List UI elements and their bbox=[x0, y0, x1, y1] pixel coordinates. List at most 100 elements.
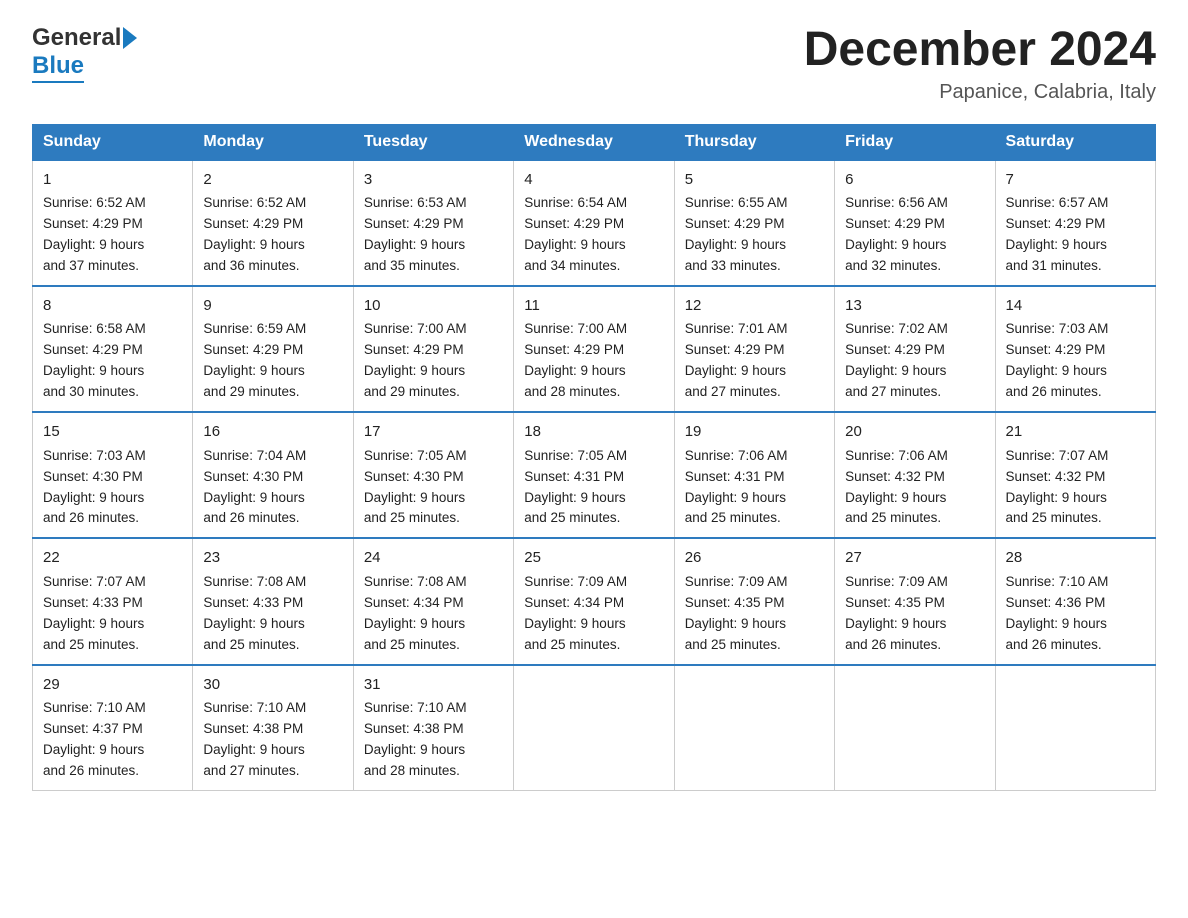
calendar-cell: 28Sunrise: 7:10 AM Sunset: 4:36 PM Dayli… bbox=[995, 538, 1155, 664]
day-info: Sunrise: 6:58 AM Sunset: 4:29 PM Dayligh… bbox=[43, 319, 182, 403]
day-info: Sunrise: 6:52 AM Sunset: 4:29 PM Dayligh… bbox=[43, 193, 182, 277]
logo-underline bbox=[32, 81, 84, 83]
day-info: Sunrise: 7:09 AM Sunset: 4:34 PM Dayligh… bbox=[524, 572, 663, 656]
day-info: Sunrise: 7:10 AM Sunset: 4:36 PM Dayligh… bbox=[1006, 572, 1145, 656]
day-number: 4 bbox=[524, 169, 663, 192]
day-number: 10 bbox=[364, 295, 503, 318]
day-number: 11 bbox=[524, 295, 663, 318]
day-info: Sunrise: 7:03 AM Sunset: 4:30 PM Dayligh… bbox=[43, 446, 182, 530]
day-info: Sunrise: 6:59 AM Sunset: 4:29 PM Dayligh… bbox=[203, 319, 342, 403]
calendar-week-row: 22Sunrise: 7:07 AM Sunset: 4:33 PM Dayli… bbox=[33, 538, 1156, 664]
page-header: General Blue December 2024 Papanice, Cal… bbox=[32, 24, 1156, 104]
day-info: Sunrise: 7:00 AM Sunset: 4:29 PM Dayligh… bbox=[524, 319, 663, 403]
calendar-cell: 19Sunrise: 7:06 AM Sunset: 4:31 PM Dayli… bbox=[674, 412, 834, 538]
calendar-cell: 9Sunrise: 6:59 AM Sunset: 4:29 PM Daylig… bbox=[193, 286, 353, 412]
day-number: 1 bbox=[43, 169, 182, 192]
calendar-header-sunday: Sunday bbox=[33, 124, 193, 160]
day-number: 16 bbox=[203, 421, 342, 444]
day-number: 18 bbox=[524, 421, 663, 444]
calendar-cell: 6Sunrise: 6:56 AM Sunset: 4:29 PM Daylig… bbox=[835, 160, 995, 286]
day-info: Sunrise: 7:09 AM Sunset: 4:35 PM Dayligh… bbox=[685, 572, 824, 656]
day-number: 12 bbox=[685, 295, 824, 318]
calendar-cell bbox=[995, 665, 1155, 791]
day-info: Sunrise: 6:56 AM Sunset: 4:29 PM Dayligh… bbox=[845, 193, 984, 277]
day-number: 9 bbox=[203, 295, 342, 318]
calendar-header-tuesday: Tuesday bbox=[353, 124, 513, 160]
day-info: Sunrise: 7:02 AM Sunset: 4:29 PM Dayligh… bbox=[845, 319, 984, 403]
calendar-cell: 29Sunrise: 7:10 AM Sunset: 4:37 PM Dayli… bbox=[33, 665, 193, 791]
calendar-header-friday: Friday bbox=[835, 124, 995, 160]
day-number: 23 bbox=[203, 547, 342, 570]
logo: General Blue bbox=[32, 24, 137, 83]
day-info: Sunrise: 6:57 AM Sunset: 4:29 PM Dayligh… bbox=[1006, 193, 1145, 277]
day-number: 24 bbox=[364, 547, 503, 570]
calendar-cell: 27Sunrise: 7:09 AM Sunset: 4:35 PM Dayli… bbox=[835, 538, 995, 664]
day-info: Sunrise: 6:52 AM Sunset: 4:29 PM Dayligh… bbox=[203, 193, 342, 277]
calendar-cell: 16Sunrise: 7:04 AM Sunset: 4:30 PM Dayli… bbox=[193, 412, 353, 538]
calendar-title: December 2024 bbox=[804, 24, 1156, 77]
logo-general-text: General bbox=[32, 24, 121, 52]
calendar-cell: 4Sunrise: 6:54 AM Sunset: 4:29 PM Daylig… bbox=[514, 160, 674, 286]
day-info: Sunrise: 7:10 AM Sunset: 4:37 PM Dayligh… bbox=[43, 698, 182, 782]
calendar-cell: 17Sunrise: 7:05 AM Sunset: 4:30 PM Dayli… bbox=[353, 412, 513, 538]
calendar-cell: 13Sunrise: 7:02 AM Sunset: 4:29 PM Dayli… bbox=[835, 286, 995, 412]
day-info: Sunrise: 7:08 AM Sunset: 4:34 PM Dayligh… bbox=[364, 572, 503, 656]
day-info: Sunrise: 7:06 AM Sunset: 4:31 PM Dayligh… bbox=[685, 446, 824, 530]
calendar-cell bbox=[514, 665, 674, 791]
day-number: 14 bbox=[1006, 295, 1145, 318]
calendar-cell bbox=[835, 665, 995, 791]
calendar-cell: 31Sunrise: 7:10 AM Sunset: 4:38 PM Dayli… bbox=[353, 665, 513, 791]
day-info: Sunrise: 7:07 AM Sunset: 4:32 PM Dayligh… bbox=[1006, 446, 1145, 530]
calendar-table: SundayMondayTuesdayWednesdayThursdayFrid… bbox=[32, 124, 1156, 791]
day-number: 19 bbox=[685, 421, 824, 444]
day-number: 13 bbox=[845, 295, 984, 318]
day-info: Sunrise: 7:09 AM Sunset: 4:35 PM Dayligh… bbox=[845, 572, 984, 656]
calendar-cell: 24Sunrise: 7:08 AM Sunset: 4:34 PM Dayli… bbox=[353, 538, 513, 664]
day-number: 21 bbox=[1006, 421, 1145, 444]
calendar-cell: 14Sunrise: 7:03 AM Sunset: 4:29 PM Dayli… bbox=[995, 286, 1155, 412]
calendar-cell: 2Sunrise: 6:52 AM Sunset: 4:29 PM Daylig… bbox=[193, 160, 353, 286]
day-number: 29 bbox=[43, 674, 182, 697]
calendar-header-monday: Monday bbox=[193, 124, 353, 160]
calendar-cell: 18Sunrise: 7:05 AM Sunset: 4:31 PM Dayli… bbox=[514, 412, 674, 538]
day-info: Sunrise: 7:04 AM Sunset: 4:30 PM Dayligh… bbox=[203, 446, 342, 530]
calendar-header-saturday: Saturday bbox=[995, 124, 1155, 160]
title-section: December 2024 Papanice, Calabria, Italy bbox=[804, 24, 1156, 104]
day-number: 27 bbox=[845, 547, 984, 570]
calendar-header-row: SundayMondayTuesdayWednesdayThursdayFrid… bbox=[33, 124, 1156, 160]
day-info: Sunrise: 6:55 AM Sunset: 4:29 PM Dayligh… bbox=[685, 193, 824, 277]
calendar-header-thursday: Thursday bbox=[674, 124, 834, 160]
day-number: 3 bbox=[364, 169, 503, 192]
day-info: Sunrise: 7:05 AM Sunset: 4:30 PM Dayligh… bbox=[364, 446, 503, 530]
day-info: Sunrise: 7:01 AM Sunset: 4:29 PM Dayligh… bbox=[685, 319, 824, 403]
logo-chevron-icon bbox=[123, 27, 137, 49]
day-info: Sunrise: 7:08 AM Sunset: 4:33 PM Dayligh… bbox=[203, 572, 342, 656]
calendar-cell: 20Sunrise: 7:06 AM Sunset: 4:32 PM Dayli… bbox=[835, 412, 995, 538]
calendar-subtitle: Papanice, Calabria, Italy bbox=[804, 81, 1156, 104]
day-number: 31 bbox=[364, 674, 503, 697]
calendar-cell: 7Sunrise: 6:57 AM Sunset: 4:29 PM Daylig… bbox=[995, 160, 1155, 286]
day-number: 6 bbox=[845, 169, 984, 192]
calendar-cell: 1Sunrise: 6:52 AM Sunset: 4:29 PM Daylig… bbox=[33, 160, 193, 286]
day-number: 25 bbox=[524, 547, 663, 570]
calendar-cell: 25Sunrise: 7:09 AM Sunset: 4:34 PM Dayli… bbox=[514, 538, 674, 664]
day-number: 30 bbox=[203, 674, 342, 697]
day-number: 22 bbox=[43, 547, 182, 570]
day-info: Sunrise: 6:53 AM Sunset: 4:29 PM Dayligh… bbox=[364, 193, 503, 277]
logo-blue-text: Blue bbox=[32, 52, 84, 79]
day-info: Sunrise: 7:03 AM Sunset: 4:29 PM Dayligh… bbox=[1006, 319, 1145, 403]
calendar-week-row: 1Sunrise: 6:52 AM Sunset: 4:29 PM Daylig… bbox=[33, 160, 1156, 286]
calendar-cell: 30Sunrise: 7:10 AM Sunset: 4:38 PM Dayli… bbox=[193, 665, 353, 791]
day-number: 26 bbox=[685, 547, 824, 570]
calendar-cell: 5Sunrise: 6:55 AM Sunset: 4:29 PM Daylig… bbox=[674, 160, 834, 286]
calendar-cell: 12Sunrise: 7:01 AM Sunset: 4:29 PM Dayli… bbox=[674, 286, 834, 412]
day-info: Sunrise: 7:06 AM Sunset: 4:32 PM Dayligh… bbox=[845, 446, 984, 530]
calendar-cell: 8Sunrise: 6:58 AM Sunset: 4:29 PM Daylig… bbox=[33, 286, 193, 412]
day-number: 7 bbox=[1006, 169, 1145, 192]
calendar-cell: 23Sunrise: 7:08 AM Sunset: 4:33 PM Dayli… bbox=[193, 538, 353, 664]
calendar-cell: 26Sunrise: 7:09 AM Sunset: 4:35 PM Dayli… bbox=[674, 538, 834, 664]
calendar-week-row: 15Sunrise: 7:03 AM Sunset: 4:30 PM Dayli… bbox=[33, 412, 1156, 538]
calendar-cell: 10Sunrise: 7:00 AM Sunset: 4:29 PM Dayli… bbox=[353, 286, 513, 412]
day-number: 17 bbox=[364, 421, 503, 444]
calendar-cell bbox=[674, 665, 834, 791]
